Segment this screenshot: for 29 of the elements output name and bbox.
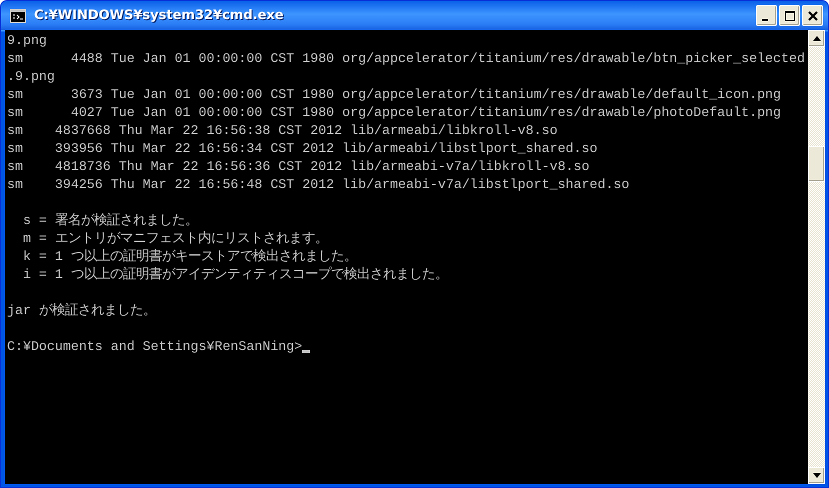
console-line: sm 4837668 Thu Mar 22 16:56:38 CST 2012 lib/armeabi/libkroll-v8.so <box>7 122 559 140</box>
scroll-thumb[interactable] <box>808 146 825 182</box>
down-arrow-icon <box>812 473 820 478</box>
minimize-icon <box>762 18 768 20</box>
console-line: sm 394256 Thu Mar 22 16:56:48 CST 2012 lib/armeabi-v7a/libstlport_shared.so <box>7 176 630 194</box>
console-line: 9.png <box>7 32 48 50</box>
console-line: .9.png <box>7 68 56 86</box>
maximize-button[interactable] <box>779 5 800 26</box>
close-icon <box>806 10 818 22</box>
console-line: sm 3673 Tue Jan 01 00:00:00 CST 1980 org/appcelerator/titanium/res/drawable/default_icon.png <box>7 86 782 104</box>
scroll-down-button[interactable] <box>808 467 825 484</box>
command-prompt: C:¥Documents and Settings¥RenSanNing> <box>7 338 302 356</box>
up-arrow-icon <box>812 36 820 41</box>
minimize-button[interactable] <box>756 5 777 26</box>
console-line: i = 1 つ以上の証明書がアイデンティティスコープで検出されました。 <box>22 266 449 284</box>
console-line: sm 393956 Thu Mar 22 16:56:34 CST 2012 lib/armeabi/libstlport_shared.so <box>7 140 598 158</box>
maximize-icon <box>784 10 796 22</box>
console-line: s = 署名が検証されました。 <box>22 212 199 230</box>
scrollbar[interactable] <box>808 30 825 484</box>
console-line: m = エントリがマニフェスト内にリストされます。 <box>22 230 329 248</box>
scroll-up-button[interactable] <box>808 30 825 47</box>
console-line: k = 1 つ以上の証明書がキーストアで検出されました。 <box>22 248 358 266</box>
console-line: sm 4818736 Thu Mar 22 16:56:36 CST 2012 lib/armeabi-v7a/libkroll-v8.so <box>7 158 590 176</box>
console-line: sm 4488 Tue Jan 01 00:00:00 CST 1980 org/appcelerator/titanium/res/drawable/btn_picker_selected <box>7 50 806 68</box>
close-button[interactable] <box>802 5 823 26</box>
console-line: jar が検証されました。 <box>7 302 157 320</box>
console-line: sm 4027 Tue Jan 01 00:00:00 CST 1980 org/appcelerator/titanium/res/drawable/photoDefault.png <box>7 104 782 122</box>
console-icon <box>10 8 26 22</box>
window-title: C:¥WINDOWS¥system32¥cmd.exe <box>34 8 285 23</box>
